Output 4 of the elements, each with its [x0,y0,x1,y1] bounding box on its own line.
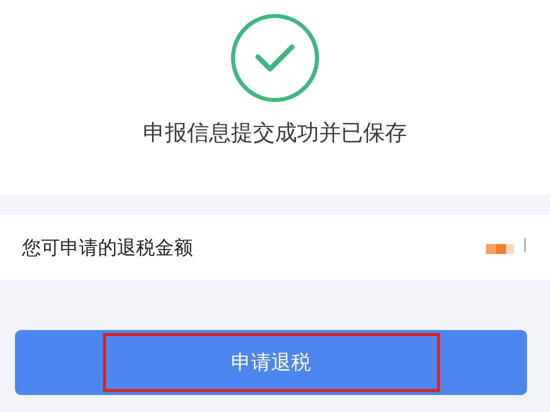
success-message: 申报信息提交成功并已保存 [143,120,407,148]
success-check-icon [229,12,321,104]
apply-refund-button[interactable]: 申请退税 [15,330,527,395]
refund-amount-label: 您可申请的退税金额 [22,236,193,260]
